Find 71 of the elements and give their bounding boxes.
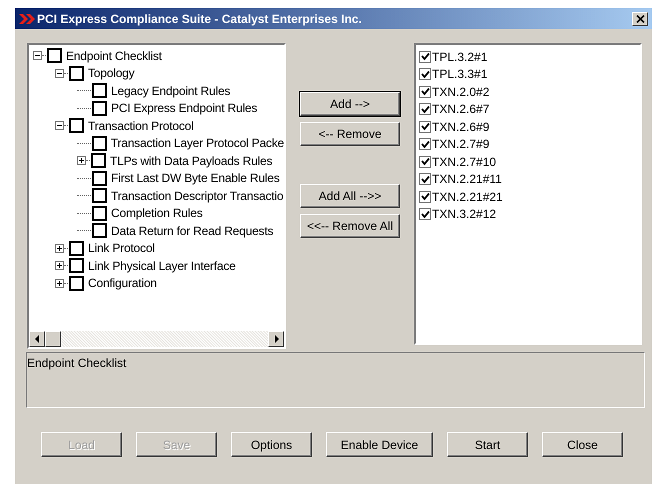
tree-item[interactable]: Link Protocol bbox=[88, 241, 155, 256]
dialog-button[interactable]: Options bbox=[231, 432, 312, 457]
window-title: PCI Express Compliance Suite - Catalyst Enterprises Inc. bbox=[37, 12, 363, 26]
tree-item[interactable]: Data Return for Read Requests bbox=[111, 224, 274, 238]
dialog-button[interactable]: Start bbox=[447, 432, 528, 457]
tree-item[interactable]: PCI Express Endpoint Rules bbox=[111, 101, 258, 116]
horizontal-scrollbar[interactable] bbox=[29, 331, 284, 347]
checkbox[interactable] bbox=[419, 173, 431, 186]
expand-icon[interactable] bbox=[55, 261, 64, 270]
checkbox[interactable] bbox=[69, 276, 84, 291]
list-item[interactable]: TXN.2.6#7 bbox=[432, 102, 490, 116]
checkbox[interactable] bbox=[92, 83, 107, 98]
checkbox[interactable] bbox=[419, 208, 431, 220]
dialog-button[interactable]: Close bbox=[542, 432, 623, 457]
list-item[interactable]: TXN.2.21#11 bbox=[432, 172, 502, 186]
tree-item[interactable]: Legacy Endpoint Rules bbox=[111, 84, 230, 98]
tree-item[interactable]: Endpoint Checklist bbox=[66, 48, 162, 63]
scroll-thumb[interactable] bbox=[45, 331, 61, 347]
checkbox[interactable] bbox=[419, 86, 431, 98]
checkbox[interactable] bbox=[92, 100, 107, 116]
checkbox[interactable] bbox=[92, 223, 107, 238]
checkbox[interactable] bbox=[419, 138, 431, 150]
list-item[interactable]: TXN.2.7#10 bbox=[432, 154, 496, 169]
close-icon[interactable] bbox=[632, 12, 648, 26]
checkbox[interactable] bbox=[69, 66, 84, 81]
checkbox[interactable] bbox=[69, 118, 84, 134]
checkbox[interactable] bbox=[419, 68, 431, 80]
tree-item[interactable]: Transaction Descriptor Transactio bbox=[111, 188, 284, 203]
list-item[interactable]: TPL.3.2#1 bbox=[432, 50, 488, 64]
checkbox[interactable] bbox=[92, 170, 107, 186]
checkbox[interactable] bbox=[419, 103, 431, 116]
scroll-left-icon[interactable] bbox=[29, 331, 45, 347]
checkbox[interactable] bbox=[69, 240, 84, 256]
move-button[interactable]: Add --> bbox=[300, 92, 400, 116]
checkbox[interactable] bbox=[419, 50, 431, 63]
list-item[interactable]: TPL.3.3#1 bbox=[432, 67, 488, 82]
tree-item[interactable]: Topology bbox=[88, 66, 134, 80]
checkbox[interactable] bbox=[47, 48, 62, 64]
checkbox[interactable] bbox=[419, 120, 431, 133]
checkbox[interactable] bbox=[91, 153, 106, 168]
expand-icon[interactable] bbox=[55, 278, 64, 288]
dialog-button[interactable]: Enable Device bbox=[326, 432, 433, 457]
list-item[interactable]: TXN.2.0#2 bbox=[432, 84, 490, 99]
tree-item[interactable]: Transaction Layer Protocol Packe bbox=[110, 136, 284, 150]
tree-item[interactable]: TLPs with Data Payloads Rules bbox=[110, 154, 272, 168]
list-item[interactable]: TXN.2.7#9 bbox=[432, 137, 490, 152]
move-button[interactable]: <<-- Remove All bbox=[300, 214, 400, 238]
collapse-icon[interactable] bbox=[33, 51, 42, 60]
move-button[interactable]: <-- Remove bbox=[300, 122, 400, 146]
tree-item[interactable]: Link Physical Layer Interface bbox=[88, 258, 236, 273]
tree-item[interactable]: Transaction Protocol bbox=[88, 118, 194, 133]
collapse-icon[interactable] bbox=[55, 68, 64, 78]
tree-item[interactable]: Configuration bbox=[88, 276, 157, 290]
checkbox[interactable] bbox=[419, 156, 431, 168]
tree-item[interactable]: Completion Rules bbox=[111, 206, 203, 220]
description-text: Endpoint Checklist bbox=[27, 356, 126, 370]
chevron-logo-icon bbox=[19, 14, 35, 24]
checkbox[interactable] bbox=[92, 136, 107, 151]
scroll-right-icon[interactable] bbox=[268, 331, 284, 347]
collapse-icon[interactable] bbox=[55, 121, 64, 130]
checkbox[interactable] bbox=[419, 190, 431, 203]
checkbox[interactable] bbox=[69, 258, 84, 274]
expand-icon[interactable] bbox=[77, 156, 86, 166]
tree-item[interactable]: First Last DW Byte Enable Rules bbox=[111, 171, 280, 186]
checkbox[interactable] bbox=[92, 206, 107, 221]
list-item[interactable]: TXN.2.6#9 bbox=[432, 120, 490, 134]
list-item[interactable]: TXN.3.2#12 bbox=[432, 207, 496, 222]
expand-icon[interactable] bbox=[55, 244, 64, 253]
move-button[interactable]: Add All -->> bbox=[300, 184, 400, 208]
list-item[interactable]: TXN.2.21#21 bbox=[432, 190, 503, 204]
checkbox[interactable] bbox=[92, 188, 107, 204]
